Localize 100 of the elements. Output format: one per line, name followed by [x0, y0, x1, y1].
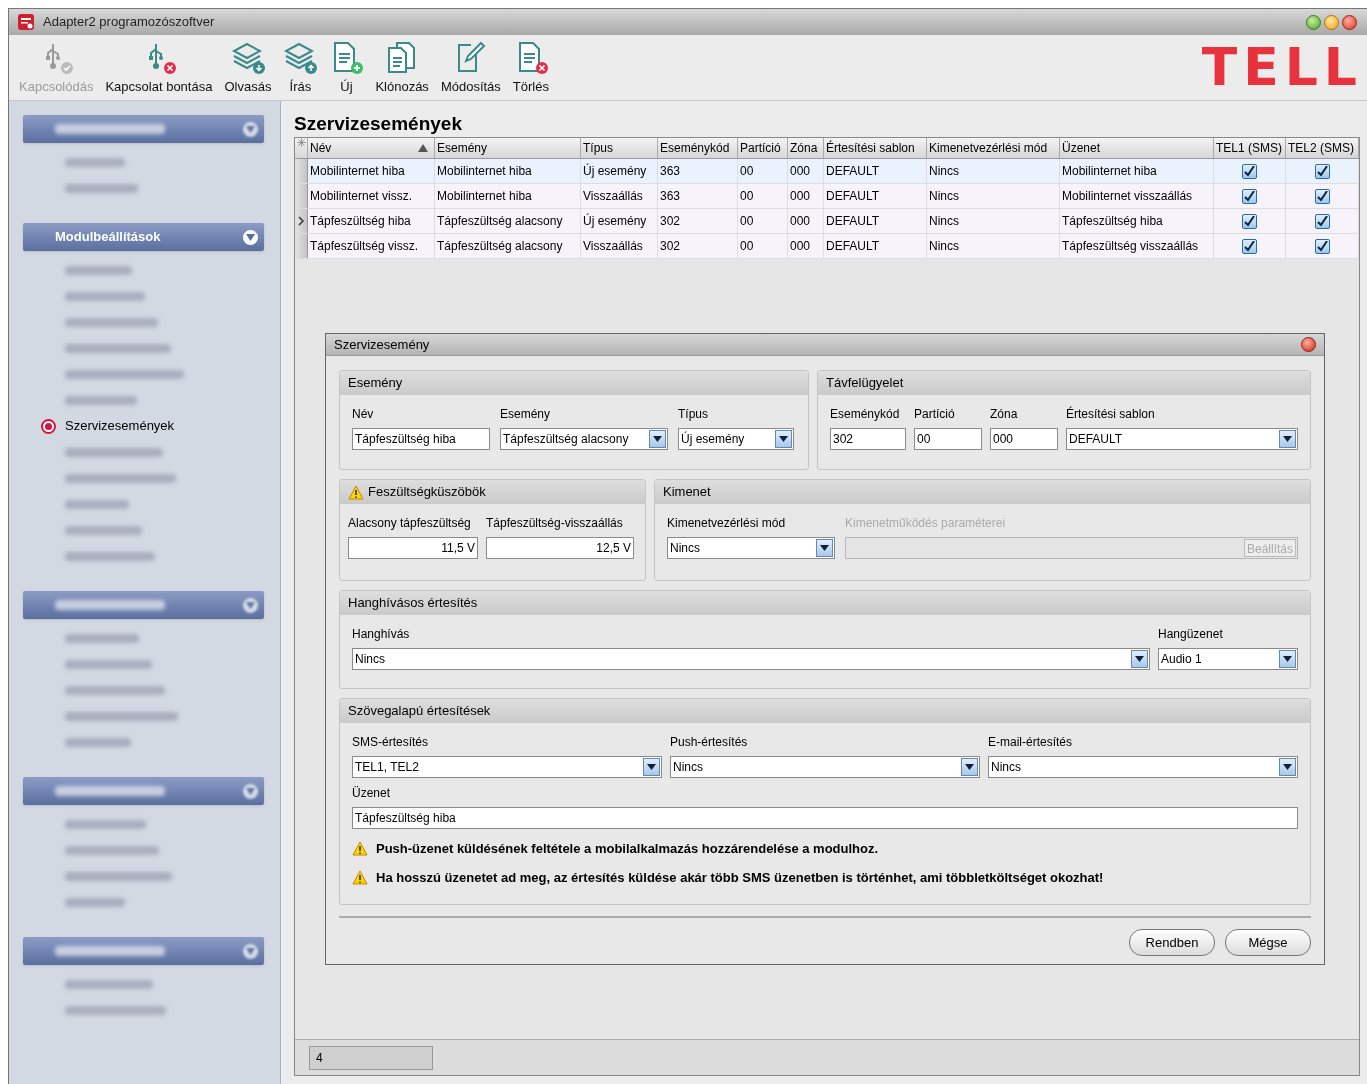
dropdown[interactable]: Nincs: [988, 756, 1298, 778]
dropdown[interactable]: DEFAULT: [1066, 428, 1298, 450]
minimize-button[interactable]: [1324, 14, 1339, 30]
table-cell: DEFAULT: [824, 234, 927, 258]
input-field[interactable]: 00: [914, 428, 982, 450]
table-cell: Tápfeszültség alacsony: [435, 209, 581, 233]
column-header[interactable]: TEL1 (SMS): [1214, 138, 1286, 158]
input-field[interactable]: Tápfeszültség hiba: [352, 807, 1298, 829]
input-field[interactable]: 12,5 V: [486, 537, 634, 559]
column-header[interactable]: Típus: [581, 138, 658, 158]
checkbox[interactable]: [1314, 213, 1330, 229]
field-label: Értesítési sablon: [1066, 405, 1155, 423]
field-label: Hanghívás: [352, 626, 410, 643]
table-cell: DEFAULT: [824, 184, 927, 208]
column-header[interactable]: Eseménykód: [658, 138, 738, 158]
logo: TELL: [1201, 36, 1364, 99]
checkbox[interactable]: [1242, 238, 1257, 254]
toolbar-button[interactable]: Módosítás: [434, 35, 507, 100]
column-header[interactable]: TEL2 (SMS): [1286, 138, 1359, 158]
group-title: Hanghívásos értesítés: [348, 594, 478, 613]
close-button[interactable]: [1301, 337, 1316, 352]
maximize-button[interactable]: [1306, 14, 1321, 30]
checkbox[interactable]: [1314, 238, 1330, 254]
checkbox[interactable]: [1314, 163, 1330, 179]
column-header[interactable]: Üzenet: [1060, 138, 1214, 158]
table-cell: Mobilinternet visszaállás: [1060, 184, 1214, 208]
table-cell: Tápfeszültség vissz.: [308, 234, 435, 258]
table-cell: 302: [658, 234, 738, 258]
toolbar-button[interactable]: Törlés: [506, 35, 555, 100]
toolbar-button[interactable]: Új: [323, 35, 370, 100]
dropdown[interactable]: Audio 1: [1158, 648, 1298, 670]
checkbox[interactable]: [1242, 188, 1257, 204]
layers-down-icon: [230, 40, 265, 75]
section-header[interactable]: [23, 591, 264, 619]
toolbar-button[interactable]: Írás: [277, 35, 324, 100]
table-row[interactable]: Tápfeszültség vissz. Tápfeszültség alacsony Visszaállás 302 00 000 DEFAULT Nincs Tápfeszültség visszaállás: [295, 234, 1359, 259]
dropdown[interactable]: Nincs: [670, 756, 980, 778]
toolbar-button[interactable]: Kapcsolat bontása: [99, 35, 219, 100]
dropdown[interactable]: Nincs: [352, 648, 1150, 670]
group-title: Távfelügyelet: [826, 374, 904, 393]
dialog-button[interactable]: Mégse: [1225, 929, 1311, 956]
column-header[interactable]: Zóna: [788, 138, 824, 158]
table-row[interactable]: Tápfeszültség hiba Tápfeszültség alacsony Új esemény 302 00 000 DEFAULT Nincs Tápfeszültség hiba: [295, 209, 1359, 234]
input-field[interactable]: Tápfeszültség hiba: [352, 428, 490, 450]
column-header[interactable]: Kimenetvezérlési mód: [927, 138, 1060, 158]
table-cell: Mobilinternet hiba: [435, 184, 581, 208]
table-cell: Nincs: [927, 209, 1060, 233]
table-cell: 363: [658, 159, 738, 183]
field-label: E-mail-értesítés: [988, 734, 1073, 751]
section-header[interactable]: [23, 777, 264, 805]
column-header[interactable]: Név: [308, 138, 435, 158]
checkbox[interactable]: [1314, 188, 1330, 204]
table-row[interactable]: Mobilinternet hiba Mobilinternet hiba Új esemény 363 00 000 DEFAULT Nincs Mobilinternet hiba: [295, 159, 1359, 184]
warning-icon: [352, 869, 368, 885]
warning-icon: [352, 841, 368, 857]
radio-icon: [41, 418, 56, 434]
table-cell: 000: [788, 234, 824, 258]
dropdown[interactable]: Nincs: [667, 537, 835, 559]
page-title: Szervizesemények: [294, 112, 463, 136]
blurred-text: [65, 265, 132, 275]
dropdown[interactable]: Tápfeszültség alacsony: [500, 428, 668, 450]
column-header[interactable]: Esemény: [435, 138, 581, 158]
table-cell: Új esemény: [581, 209, 658, 233]
field-label: Push-értesítés: [670, 734, 748, 751]
column-header[interactable]: Partíció: [738, 138, 788, 158]
toolbar-button[interactable]: Olvasás: [218, 35, 278, 100]
table-row[interactable]: Mobilinternet vissz. Mobilinternet hiba Visszaállás 363 00 000 DEFAULT Nincs Mobilinternet visszaállás: [295, 184, 1359, 209]
table-cell: Tápfeszültség hiba: [1060, 209, 1214, 233]
close-button[interactable]: [1342, 14, 1357, 30]
section-header[interactable]: Modulbeállítások: [23, 223, 264, 251]
sidebar-item[interactable]: Szervizesemények: [23, 413, 179, 439]
table-cell: Mobilinternet hiba: [1060, 159, 1214, 183]
dialog-button[interactable]: Rendben: [1129, 929, 1215, 956]
table-cell: Nincs: [927, 184, 1060, 208]
dropdown[interactable]: TEL1, TEL2: [352, 756, 662, 778]
section-header[interactable]: [23, 937, 264, 965]
field-label: SMS-értesítés: [352, 734, 429, 751]
input-field[interactable]: 302: [830, 428, 906, 450]
input-field[interactable]: 000: [990, 428, 1058, 450]
input-field[interactable]: 11,5 V: [348, 537, 478, 559]
collapse-icon: [243, 121, 258, 137]
toolbar-button[interactable]: Klónozás: [369, 35, 435, 100]
window-title: Adapter2 programozószoftver: [43, 13, 215, 32]
layers-up-icon: [283, 40, 318, 75]
table-cell: 00: [738, 184, 788, 208]
checkbox[interactable]: [1242, 163, 1257, 179]
section-header[interactable]: [23, 115, 264, 143]
table-cell: 000: [788, 209, 824, 233]
app-icon: [17, 13, 35, 31]
table-cell: Mobilinternet vissz.: [308, 184, 435, 208]
row-header[interactable]: [295, 209, 308, 233]
group-title: Esemény: [348, 374, 403, 393]
sort-icon: [418, 144, 428, 152]
table-cell: 00: [738, 209, 788, 233]
dropdown[interactable]: Új esemény: [678, 428, 794, 450]
field-label: Esemény: [500, 406, 551, 423]
field-label: Eseménykód: [830, 406, 900, 423]
table-cell: 363: [658, 184, 738, 208]
checkbox[interactable]: [1242, 213, 1257, 229]
column-header[interactable]: Értesítési sablon: [824, 138, 927, 158]
